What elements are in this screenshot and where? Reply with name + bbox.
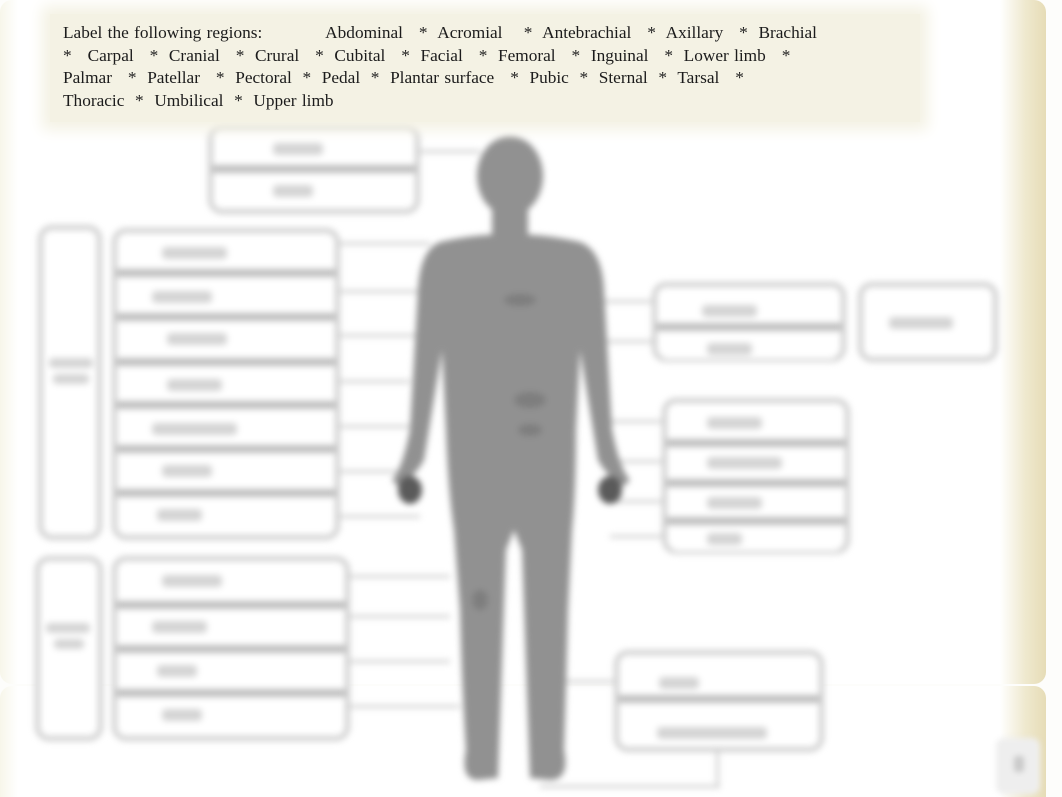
label-box-bottom-right-group: [614, 650, 824, 752]
group-bracket-upper-limb: [38, 225, 102, 540]
body-silhouette: [392, 136, 630, 780]
instruction-line: Thoracic * Umbilical * Upper limb: [63, 90, 334, 110]
group-bracket-lower-limb: [35, 556, 103, 741]
label-box-right-arm-group: [652, 282, 846, 362]
label-box-left-upper-group: [112, 228, 340, 540]
instruction-line: Label the following regions: Abdominal *…: [63, 23, 817, 42]
label-box-left-lower-group: [112, 556, 350, 741]
label-box-right-mid-group: [662, 398, 850, 554]
instructions-text: Label the following regions: Abdominal *…: [63, 22, 913, 112]
label-box-right-extra: [858, 282, 998, 362]
page-scroll-control[interactable]: [996, 738, 1040, 794]
instruction-line: * Carpal * Cranial * Crural * Cubital * …: [63, 45, 791, 65]
instruction-line: Palmar * Patellar * Pectoral * Pedal * P…: [63, 68, 744, 88]
chevron-icon: [1014, 756, 1024, 772]
